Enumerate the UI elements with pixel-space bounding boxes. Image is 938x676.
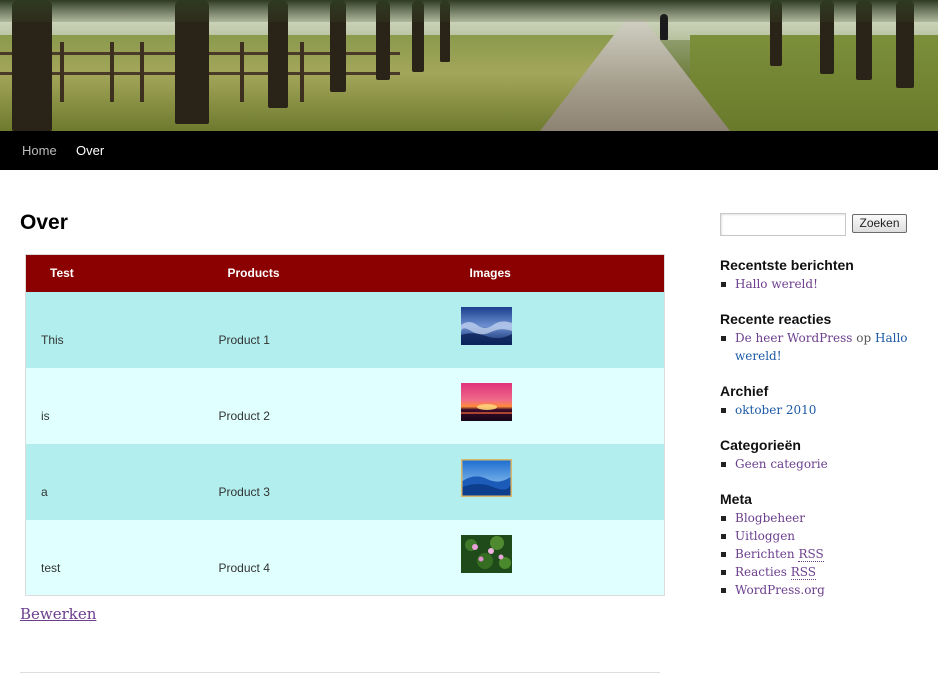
sunset-thumbnail[interactable] bbox=[460, 382, 512, 421]
recent-post-link[interactable]: Hallo wereld! bbox=[735, 277, 818, 291]
widget-meta: Meta Blogbeheer Uitloggen Berichten RSS … bbox=[720, 491, 920, 599]
rss-abbr: RSS bbox=[790, 565, 817, 580]
meta-admin-link[interactable]: Blogbeheer bbox=[735, 511, 805, 525]
main-nav: Home Over bbox=[0, 131, 938, 170]
blue-water-thumbnail[interactable] bbox=[460, 306, 512, 345]
cell-product: Product 3 bbox=[203, 443, 432, 520]
cell-test-text: a bbox=[41, 484, 48, 499]
comment-post-link-line1: Hallo bbox=[874, 331, 908, 345]
list-item: De heer WordPress op Hallo wereld! bbox=[720, 329, 920, 365]
header-fence-post bbox=[140, 42, 144, 102]
comment-connector: op bbox=[856, 331, 872, 345]
comment-post-link-line2: wereld! bbox=[735, 349, 782, 363]
meta-comments-rss-label: Reacties bbox=[735, 565, 787, 579]
water-lilies-thumbnail[interactable] bbox=[460, 534, 512, 573]
content-divider bbox=[20, 672, 660, 673]
cell-test: test bbox=[25, 519, 204, 596]
table-row: This Product 1 bbox=[25, 291, 665, 368]
cell-test: is bbox=[25, 367, 204, 444]
meta-wordpress-link[interactable]: WordPress.org bbox=[735, 583, 825, 597]
header-fence-post bbox=[300, 42, 304, 102]
list-item: Geen categorie bbox=[720, 455, 920, 473]
meta-logout-link[interactable]: Uitloggen bbox=[735, 529, 795, 543]
table-row: is Product 2 bbox=[25, 367, 665, 444]
comment-author-link[interactable]: De heer WordPress bbox=[735, 331, 852, 345]
list-item: Uitloggen bbox=[720, 527, 920, 545]
cell-test-text: This bbox=[41, 332, 64, 347]
cell-product: Product 2 bbox=[203, 367, 432, 444]
meta-posts-rss-label: Berichten bbox=[735, 547, 795, 561]
widget-title: Categorieën bbox=[720, 437, 801, 453]
list-item: Reacties RSS bbox=[720, 563, 920, 581]
cell-product-text: Product 3 bbox=[218, 484, 270, 499]
column-header-test: Test bbox=[25, 254, 204, 292]
widget-title: Meta bbox=[720, 491, 752, 507]
nav-item-over[interactable]: Over bbox=[76, 131, 104, 170]
table-row: a Product 3 bbox=[25, 443, 665, 520]
column-header-products: Products bbox=[203, 254, 432, 292]
blue-hills-thumbnail[interactable] bbox=[460, 458, 512, 497]
cell-product: Product 4 bbox=[203, 519, 432, 596]
column-header-images: Images bbox=[431, 254, 665, 292]
cell-test: a bbox=[25, 443, 204, 520]
products-table: Test Products Images This Product 1 is P… bbox=[25, 254, 665, 596]
cell-image bbox=[431, 443, 665, 520]
cell-product-text: Product 2 bbox=[218, 408, 270, 423]
header-canopy bbox=[0, 0, 938, 22]
list-item: Blogbeheer bbox=[720, 509, 920, 527]
header-fence-post bbox=[110, 42, 114, 102]
header-fence-post bbox=[60, 42, 64, 102]
widget-title: Recentste berichten bbox=[720, 257, 854, 273]
list-item: Berichten RSS bbox=[720, 545, 920, 563]
table-header-row: Test Products Images bbox=[25, 254, 665, 292]
search-button[interactable]: Zoeken bbox=[852, 214, 907, 233]
header-image bbox=[0, 0, 938, 131]
search-input[interactable] bbox=[720, 213, 846, 236]
widget-recent-posts: Recentste berichten Hallo wereld! bbox=[720, 257, 920, 293]
category-link[interactable]: Geen categorie bbox=[735, 457, 828, 471]
cell-image bbox=[431, 291, 665, 368]
cell-test: This bbox=[25, 291, 204, 368]
cell-product: Product 1 bbox=[203, 291, 432, 368]
list-item: WordPress.org bbox=[720, 581, 920, 599]
page-title: Over bbox=[20, 211, 68, 234]
cell-test-text: is bbox=[41, 408, 50, 423]
cell-product-text: Product 1 bbox=[218, 332, 270, 347]
cell-image bbox=[431, 367, 665, 444]
rss-abbr: RSS bbox=[798, 547, 824, 562]
header-field-left bbox=[0, 35, 620, 131]
table-row: test Product 4 bbox=[25, 519, 665, 596]
widget-archive: Archief oktober 2010 bbox=[720, 383, 920, 419]
meta-comments-rss-link[interactable]: Reacties RSS bbox=[735, 565, 817, 580]
widget-categories: Categorieën Geen categorie bbox=[720, 437, 920, 473]
nav-item-home[interactable]: Home bbox=[22, 131, 57, 170]
list-item: oktober 2010 bbox=[720, 401, 920, 419]
widget-title: Recente reacties bbox=[720, 311, 832, 327]
widget-title: Archief bbox=[720, 383, 769, 399]
archive-link[interactable]: oktober 2010 bbox=[735, 403, 816, 417]
widget-recent-comments: Recente reacties De heer WordPress op Ha… bbox=[720, 311, 920, 365]
list-item: Hallo wereld! bbox=[720, 275, 920, 293]
header-fence-post bbox=[240, 42, 244, 102]
header-walker bbox=[660, 14, 668, 40]
cell-product-text: Product 4 bbox=[218, 560, 270, 575]
edit-link[interactable]: Bewerken bbox=[20, 605, 96, 623]
cell-test-text: test bbox=[41, 560, 61, 575]
meta-posts-rss-link[interactable]: Berichten RSS bbox=[735, 547, 824, 562]
cell-image bbox=[431, 519, 665, 596]
